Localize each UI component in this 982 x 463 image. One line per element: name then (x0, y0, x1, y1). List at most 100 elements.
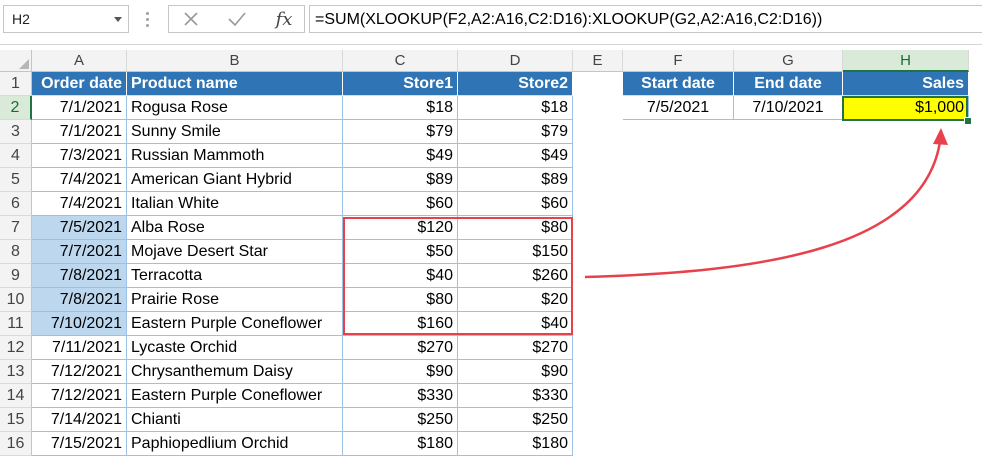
row-header-6[interactable]: 6 (0, 192, 32, 216)
column-header-g[interactable]: G (734, 50, 843, 72)
table-cell[interactable]: Rogusa Rose (127, 96, 343, 120)
table-cell[interactable]: Paphiopedlium Orchid (127, 432, 343, 456)
formula-input[interactable]: =SUM(XLOOKUP(F2,A2:A16,C2:D16):XLOOKUP(G… (309, 5, 982, 33)
lookup-cell[interactable]: 7/5/2021 (623, 96, 734, 120)
table-cell[interactable]: $89 (343, 168, 458, 192)
table-cell[interactable]: $18 (458, 96, 573, 120)
lookup-header-f[interactable]: Start date (623, 72, 734, 96)
lookup-header-h[interactable]: Sales (843, 72, 969, 96)
table-cell[interactable]: Chianti (127, 408, 343, 432)
row-header-4[interactable]: 4 (0, 144, 32, 168)
table-cell[interactable]: $160 (343, 312, 458, 336)
table-cell[interactable]: 7/12/2021 (32, 360, 127, 384)
row-header-13[interactable]: 13 (0, 360, 32, 384)
column-header-a[interactable]: A (32, 50, 127, 72)
table-cell[interactable]: $79 (458, 120, 573, 144)
table-cell[interactable]: $49 (343, 144, 458, 168)
table-header-d[interactable]: Store2 (458, 72, 573, 96)
table-cell[interactable]: $50 (343, 240, 458, 264)
table-cell[interactable]: 7/4/2021 (32, 192, 127, 216)
chevron-down-icon[interactable] (114, 17, 122, 22)
column-header-c[interactable]: C (343, 50, 458, 72)
table-cell[interactable]: Eastern Purple Coneflower (127, 312, 343, 336)
lookup-cell[interactable]: 7/10/2021 (734, 96, 843, 120)
row-header-2[interactable]: 2 (0, 96, 32, 120)
table-cell[interactable]: American Giant Hybrid (127, 168, 343, 192)
table-cell[interactable]: $180 (343, 432, 458, 456)
table-cell[interactable]: $80 (343, 288, 458, 312)
row-header-15[interactable]: 15 (0, 408, 32, 432)
table-cell[interactable]: Lycaste Orchid (127, 336, 343, 360)
column-header-h[interactable]: H (843, 50, 969, 72)
table-cell[interactable]: 7/10/2021 (32, 312, 127, 336)
table-cell[interactable]: 7/14/2021 (32, 408, 127, 432)
table-cell[interactable]: Italian White (127, 192, 343, 216)
table-cell[interactable]: $260 (458, 264, 573, 288)
drag-handle-icon[interactable] (146, 12, 149, 30)
table-cell[interactable]: 7/15/2021 (32, 432, 127, 456)
row-header-11[interactable]: 11 (0, 312, 32, 336)
table-cell[interactable]: $250 (458, 408, 573, 432)
check-icon[interactable] (219, 6, 255, 32)
table-cell[interactable]: Mojave Desert Star (127, 240, 343, 264)
lookup-header-g[interactable]: End date (734, 72, 843, 96)
table-cell[interactable]: Russian Mammoth (127, 144, 343, 168)
sales-result-cell[interactable]: $1,000 (843, 96, 969, 120)
row-header-12[interactable]: 12 (0, 336, 32, 360)
row-header-9[interactable]: 9 (0, 264, 32, 288)
table-cell[interactable]: 7/12/2021 (32, 384, 127, 408)
table-header-a[interactable]: Order date (32, 72, 127, 96)
table-cell[interactable]: Chrysanthemum Daisy (127, 360, 343, 384)
table-cell[interactable]: $330 (343, 384, 458, 408)
row-header-5[interactable]: 5 (0, 168, 32, 192)
row-header-16[interactable]: 16 (0, 432, 32, 456)
table-cell[interactable]: $79 (343, 120, 458, 144)
table-cell[interactable]: $90 (343, 360, 458, 384)
table-header-c[interactable]: Store1 (343, 72, 458, 96)
table-cell[interactable]: Alba Rose (127, 216, 343, 240)
table-cell[interactable]: $60 (343, 192, 458, 216)
column-header-f[interactable]: F (623, 50, 734, 72)
row-header-1[interactable]: 1 (0, 72, 32, 96)
table-cell[interactable]: $80 (458, 216, 573, 240)
table-cell[interactable]: 7/3/2021 (32, 144, 127, 168)
table-cell[interactable]: $40 (458, 312, 573, 336)
table-cell[interactable]: Eastern Purple Coneflower (127, 384, 343, 408)
table-cell[interactable]: $20 (458, 288, 573, 312)
row-header-8[interactable]: 8 (0, 240, 32, 264)
table-cell[interactable]: $49 (458, 144, 573, 168)
table-cell[interactable]: $60 (458, 192, 573, 216)
table-cell[interactable]: 7/8/2021 (32, 264, 127, 288)
table-cell[interactable]: $250 (343, 408, 458, 432)
column-header-b[interactable]: B (127, 50, 343, 72)
table-cell[interactable]: $89 (458, 168, 573, 192)
table-cell[interactable]: $330 (458, 384, 573, 408)
table-cell[interactable]: 7/4/2021 (32, 168, 127, 192)
close-icon[interactable] (173, 6, 209, 32)
column-header-e[interactable]: E (573, 50, 623, 72)
row-header-7[interactable]: 7 (0, 216, 32, 240)
column-header-d[interactable]: D (458, 50, 573, 72)
table-cell[interactable]: 7/7/2021 (32, 240, 127, 264)
fill-handle[interactable] (964, 117, 972, 125)
table-cell[interactable]: 7/1/2021 (32, 120, 127, 144)
table-cell[interactable]: $18 (343, 96, 458, 120)
table-cell[interactable]: Terracotta (127, 264, 343, 288)
table-cell[interactable]: $120 (343, 216, 458, 240)
row-header-14[interactable]: 14 (0, 384, 32, 408)
table-cell[interactable]: 7/5/2021 (32, 216, 127, 240)
select-all-button[interactable] (0, 50, 32, 72)
table-cell[interactable]: $40 (343, 264, 458, 288)
table-cell[interactable]: $270 (343, 336, 458, 360)
table-cell[interactable]: Sunny Smile (127, 120, 343, 144)
table-header-b[interactable]: Product name (127, 72, 343, 96)
name-box[interactable]: H2 (3, 5, 129, 33)
table-cell[interactable]: 7/11/2021 (32, 336, 127, 360)
table-cell[interactable]: $180 (458, 432, 573, 456)
table-cell[interactable]: 7/1/2021 (32, 96, 127, 120)
row-header-3[interactable]: 3 (0, 120, 32, 144)
table-cell[interactable]: $270 (458, 336, 573, 360)
table-cell[interactable]: Prairie Rose (127, 288, 343, 312)
row-header-10[interactable]: 10 (0, 288, 32, 312)
table-cell[interactable]: $90 (458, 360, 573, 384)
